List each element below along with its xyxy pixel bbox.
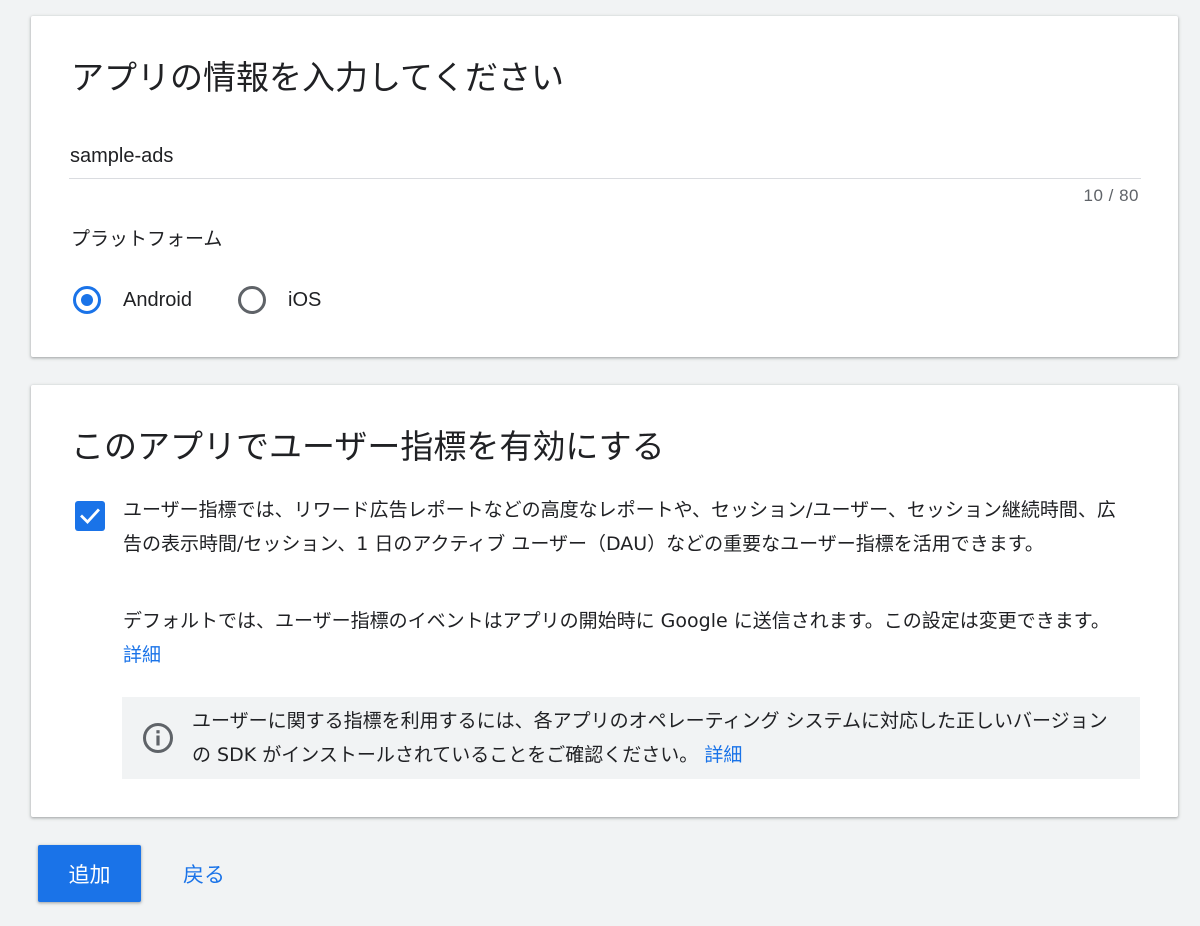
default-note-text: デフォルトでは、ユーザー指標のイベントはアプリの開始時に Google に送信さ…: [123, 610, 1110, 632]
learn-more-link[interactable]: 詳細: [123, 644, 161, 666]
user-metrics-checkbox[interactable]: [75, 501, 105, 531]
user-metrics-default-note: デフォルトでは、ユーザー指標のイベントはアプリの開始時に Google に送信さ…: [123, 604, 1133, 672]
platform-label: プラットフォーム: [71, 228, 223, 250]
radio-label-ios: iOS: [288, 288, 322, 311]
app-info-card: アプリの情報を入力してください 10 / 80 プラットフォーム Android…: [31, 16, 1178, 357]
platform-radio-android[interactable]: Android: [73, 282, 192, 318]
checkmark-icon: [80, 508, 100, 525]
app-name-input[interactable]: [69, 134, 1141, 179]
info-icon: [143, 723, 173, 753]
sdk-info-message: ユーザーに関する指標を利用するには、各アプリのオペレーティング システムに対応し…: [192, 710, 1108, 766]
platform-radio-ios[interactable]: iOS: [238, 282, 321, 318]
radio-label-android: Android: [123, 288, 192, 311]
sdk-info-text: ユーザーに関する指標を利用するには、各アプリのオペレーティング システムに対応し…: [192, 704, 1122, 772]
user-metrics-card: このアプリでユーザー指標を有効にする ユーザー指標では、リワード広告レポートなど…: [31, 385, 1178, 817]
user-metrics-description: ユーザー指標では、リワード広告レポートなどの高度なレポートや、セッション/ユーザ…: [123, 499, 1116, 555]
user-metrics-title: このアプリでユーザー指標を有効にする: [71, 427, 665, 466]
sdk-info-banner: ユーザーに関する指標を利用するには、各アプリのオペレーティング システムに対応し…: [122, 697, 1140, 779]
back-button[interactable]: 戻る: [165, 845, 243, 902]
add-button[interactable]: 追加: [38, 845, 141, 902]
sdk-learn-more-link[interactable]: 詳細: [704, 744, 742, 766]
app-info-title: アプリの情報を入力してください: [71, 58, 565, 97]
radio-checked-icon[interactable]: [73, 286, 101, 314]
radio-unchecked-icon[interactable]: [238, 286, 266, 314]
char-counter: 10 / 80: [1083, 186, 1139, 205]
